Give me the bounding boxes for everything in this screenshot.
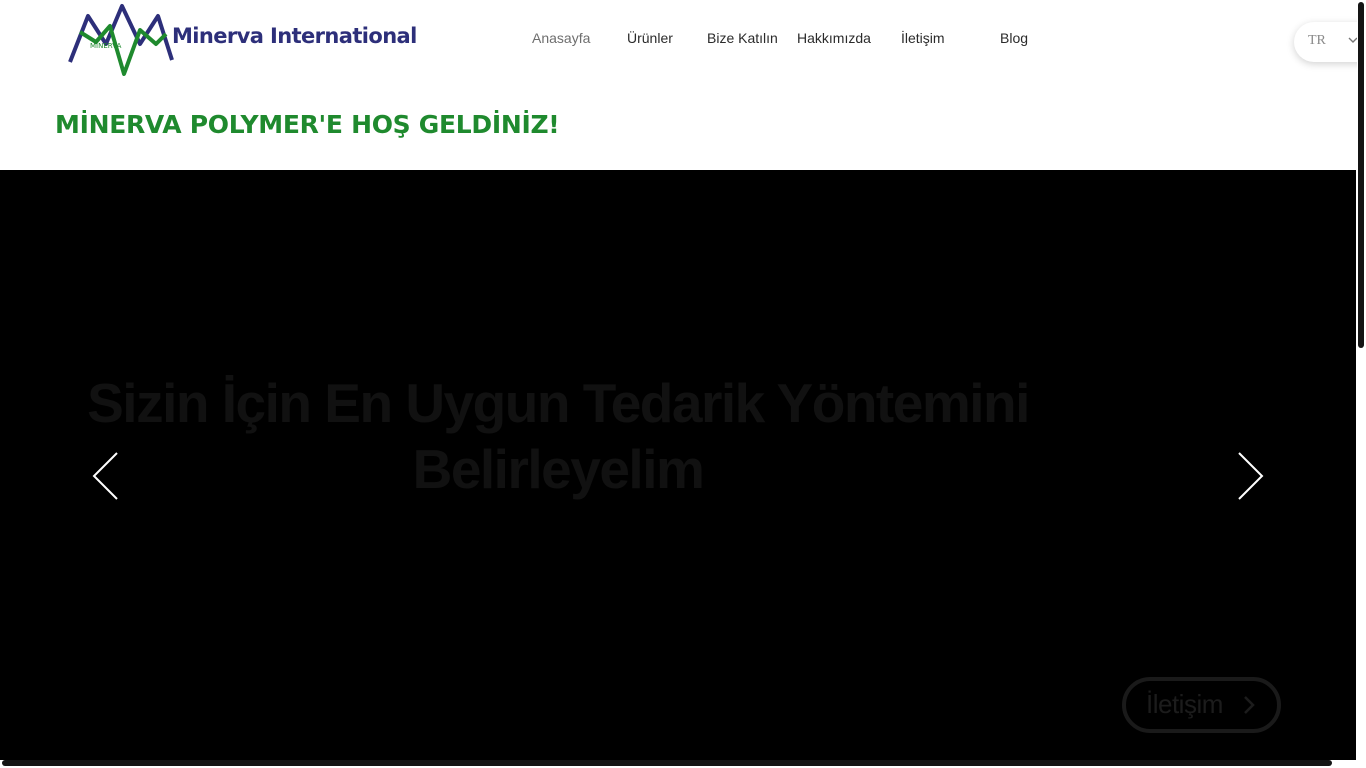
main-nav: Anasayfa Ürünler Bize Katılın Hakkımızda… xyxy=(0,30,1100,50)
site-header: MINERVA Minerva International Anasayfa Ü… xyxy=(0,0,1366,170)
nav-item-urunler[interactable]: Ürünler xyxy=(627,30,673,46)
page: MINERVA Minerva International Anasayfa Ü… xyxy=(0,0,1366,768)
horizontal-scrollbar-thumb[interactable] xyxy=(2,760,1332,766)
vertical-scrollbar-thumb[interactable] xyxy=(1358,2,1364,348)
nav-item-blog[interactable]: Blog xyxy=(1000,30,1028,46)
hero-title: Sizin İçin En Uygun Tedarik Yöntemini Be… xyxy=(60,370,1056,502)
hero-slider: Sizin İçin En Uygun Tedarik Yöntemini Be… xyxy=(0,170,1356,760)
nav-item-hakkimizda[interactable]: Hakkımızda xyxy=(797,30,871,46)
nav-item-iletisim[interactable]: İletişim xyxy=(901,30,945,46)
chevron-right-icon xyxy=(1244,696,1255,714)
nav-item-anasayfa[interactable]: Anasayfa xyxy=(532,30,590,46)
language-selector[interactable]: TR xyxy=(1294,22,1366,62)
chevron-right-icon xyxy=(1238,452,1264,500)
chevron-left-icon xyxy=(92,452,118,500)
slider-prev-button[interactable] xyxy=(90,450,120,502)
contact-button-label: İletişim xyxy=(1146,689,1223,719)
welcome-heading: MİNERVA POLYMER'E HOŞ GELDİNİZ! xyxy=(55,110,560,139)
nav-item-bize-katilin[interactable]: Bize Katılın xyxy=(707,30,778,46)
contact-button[interactable]: İletişim xyxy=(1122,677,1281,733)
hero-title-line-1: Sizin İçin En Uygun Tedarik Yöntemini xyxy=(87,372,1030,434)
language-label: TR xyxy=(1308,33,1326,48)
hero-title-line-2: Belirleyelim xyxy=(412,438,705,500)
slider-next-button[interactable] xyxy=(1236,450,1266,502)
